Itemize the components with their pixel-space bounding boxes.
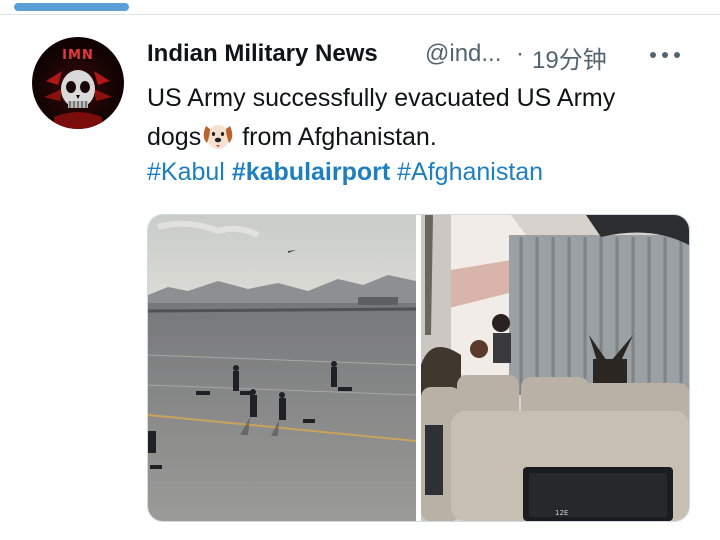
tweet-text-from-afghanistan: from Afghanistan.	[242, 123, 437, 151]
seat-label: 12E	[555, 509, 568, 517]
media-grid: 12E	[147, 214, 690, 522]
tweet-text-line-1: US Army successfully evacuated US Army	[147, 84, 616, 112]
timestamp[interactable]: 19分钟	[532, 40, 607, 75]
tweet-text-line-2: dogs from Afghanistan.	[147, 121, 437, 152]
scroll-indicator	[14, 3, 129, 11]
more-horizontal-icon[interactable]	[650, 47, 684, 63]
avatar[interactable]: IMN	[32, 37, 124, 129]
separator-dot: ·	[516, 40, 524, 67]
skull-logo-icon	[44, 70, 112, 129]
photo-tarmac[interactable]	[148, 215, 416, 521]
top-bar	[0, 0, 720, 15]
photo-aircraft-cabin[interactable]: 12E	[421, 215, 689, 521]
hashtag-kabulairport[interactable]: #kabulairport	[232, 158, 390, 186]
dog-face-emoji-icon	[203, 125, 233, 149]
tweet-text-dogs: dogs	[147, 123, 202, 151]
hashtag-afghanistan[interactable]: #Afghanistan	[397, 158, 543, 186]
hashtag-row: #Kabul #kabulairport #Afghanistan	[147, 158, 543, 187]
author-name[interactable]: Indian Military News	[147, 40, 378, 68]
author-handle[interactable]: @ind...	[425, 40, 501, 68]
hashtag-kabul[interactable]: #Kabul	[147, 158, 225, 186]
